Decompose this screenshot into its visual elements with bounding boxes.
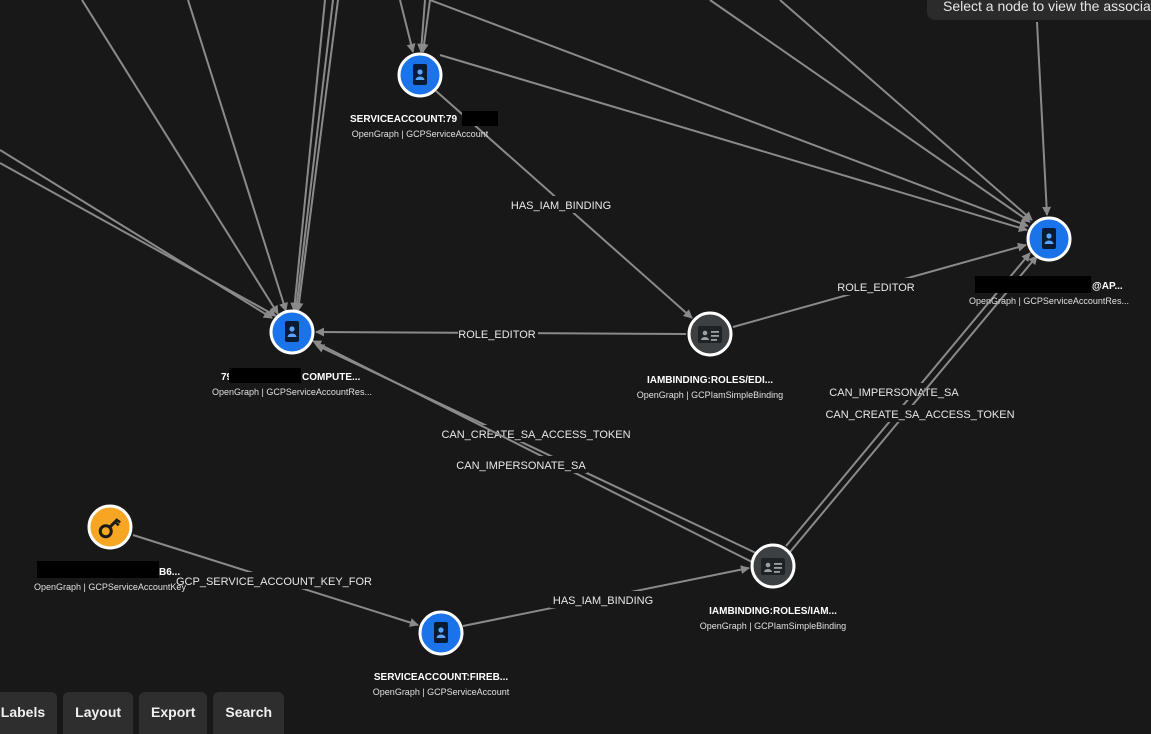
person-badge-icon [1042, 228, 1056, 249]
node-subtitle: OpenGraph | GCPServiceAccount [352, 129, 489, 139]
export-button[interactable]: Export [139, 692, 208, 734]
edge-has-iam-binding-bottom: HAS_IAM_BINDING [462, 565, 750, 627]
node-service-account-key[interactable]: B6... OpenGraph | GCPServiceAccountKey [34, 504, 186, 592]
edge-label-can-impersonate-sa: CAN_IMPERSONATE_SA [456, 460, 586, 472]
edge-label-can-create-sa-access-token: CAN_CREATE_SA_ACCESS_TOKEN [441, 429, 630, 441]
edges-to-top-sa [399, 0, 431, 53]
redaction-box [462, 111, 498, 126]
node-subtitle: OpenGraph | GCPServiceAccountRes... [969, 296, 1129, 306]
node-subtitle: OpenGraph | GCPServiceAccount [373, 687, 510, 697]
edges-to-compute-sa [0, 0, 339, 319]
edge-label-gcp-service-account-key-for: GCP_SERVICE_ACCOUNT_KEY_FOR [176, 576, 372, 588]
id-card-icon [698, 326, 722, 343]
redaction-box [229, 368, 301, 383]
edge-label-can-impersonate-sa: CAN_IMPERSONATE_SA [829, 387, 959, 399]
redaction-box [975, 276, 1091, 293]
edge-role-editor-to-compute: ROLE_EDITOR [315, 325, 687, 342]
node-subtitle: OpenGraph | GCPServiceAccountKey [34, 582, 186, 592]
person-badge-icon [413, 64, 427, 85]
node-title-suffix: B6... [159, 567, 180, 578]
tooltip-text: Select a node to view the associated [943, 0, 1151, 14]
node-ap-service-account[interactable]: @AP... OpenGraph | GCPServiceAccountRes.… [969, 216, 1129, 306]
node-compute-service-account[interactable]: 79 COMPUTE... OpenGraph | GCPServiceAcco… [212, 309, 372, 397]
edge-gcp-service-account-key-for: GCP_SERVICE_ACCOUNT_KEY_FOR [132, 534, 419, 627]
node-subtitle: OpenGraph | GCPServiceAccountRes... [212, 387, 372, 397]
person-badge-icon [434, 622, 448, 643]
node-subtitle: OpenGraph | GCPIamSimpleBinding [700, 621, 846, 631]
node-serviceaccount-fireb[interactable]: SERVICEACCOUNT:FIREB... OpenGraph | GCPS… [373, 610, 510, 697]
search-button[interactable]: Search [213, 692, 285, 734]
node-title: IAMBINDING:ROLES/IAM... [709, 606, 837, 617]
node-title-suffix: @AP... [1092, 281, 1123, 292]
node-title: SERVICEACCOUNT:79 [350, 114, 457, 125]
graph-toolbar: ode Labels Layout Export Search [0, 692, 285, 734]
node-iambinding-roles-editor[interactable]: IAMBINDING:ROLES/EDI... OpenGraph | GCPI… [637, 311, 783, 400]
redaction-box [37, 561, 159, 578]
node-title: IAMBINDING:ROLES/EDI... [647, 375, 773, 386]
edge-label-role-editor: ROLE_EDITOR [837, 282, 914, 294]
edge-label-has-iam-binding: HAS_IAM_BINDING [511, 200, 611, 212]
node-subtitle: OpenGraph | GCPIamSimpleBinding [637, 390, 783, 400]
edges-to-ap-sa [429, 0, 1052, 232]
node-title-suffix: COMPUTE... [302, 372, 361, 383]
edge-label-role-editor: ROLE_EDITOR [458, 329, 535, 341]
graph-canvas[interactable]: HAS_IAM_BINDING ROLE_EDITOR ROLE_EDITOR … [0, 0, 1151, 714]
select-node-tooltip: Select a node to view the associated [927, 0, 1151, 20]
person-badge-icon [285, 321, 299, 342]
node-title: SERVICEACCOUNT:FIREB... [374, 672, 508, 683]
id-card-icon [761, 558, 785, 575]
node-iambinding-roles-iam[interactable]: IAMBINDING:ROLES/IAM... OpenGraph | GCPI… [700, 543, 846, 631]
node-labels-button[interactable]: ode Labels [0, 692, 58, 734]
edge-label-has-iam-binding: HAS_IAM_BINDING [553, 595, 653, 607]
layout-button[interactable]: Layout [63, 692, 134, 734]
edge-label-can-create-sa-access-token: CAN_CREATE_SA_ACCESS_TOKEN [825, 409, 1014, 421]
